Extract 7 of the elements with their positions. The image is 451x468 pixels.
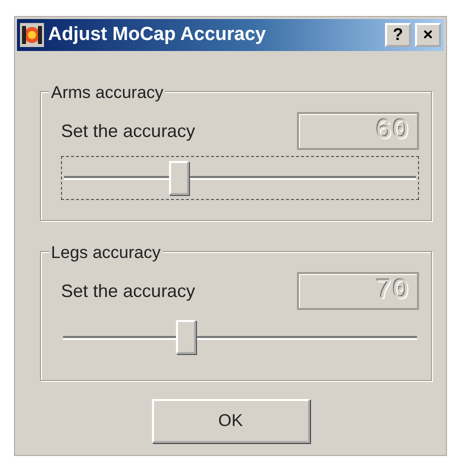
- ok-button[interactable]: OK: [152, 399, 310, 443]
- window-title: Adjust MoCap Accuracy: [48, 22, 267, 47]
- app-icon: [20, 23, 44, 47]
- field-label: Set the accuracy: [61, 280, 196, 303]
- close-button[interactable]: ×: [415, 23, 441, 47]
- field-label: Set the accuracy: [61, 120, 196, 143]
- help-button[interactable]: ?: [385, 23, 411, 47]
